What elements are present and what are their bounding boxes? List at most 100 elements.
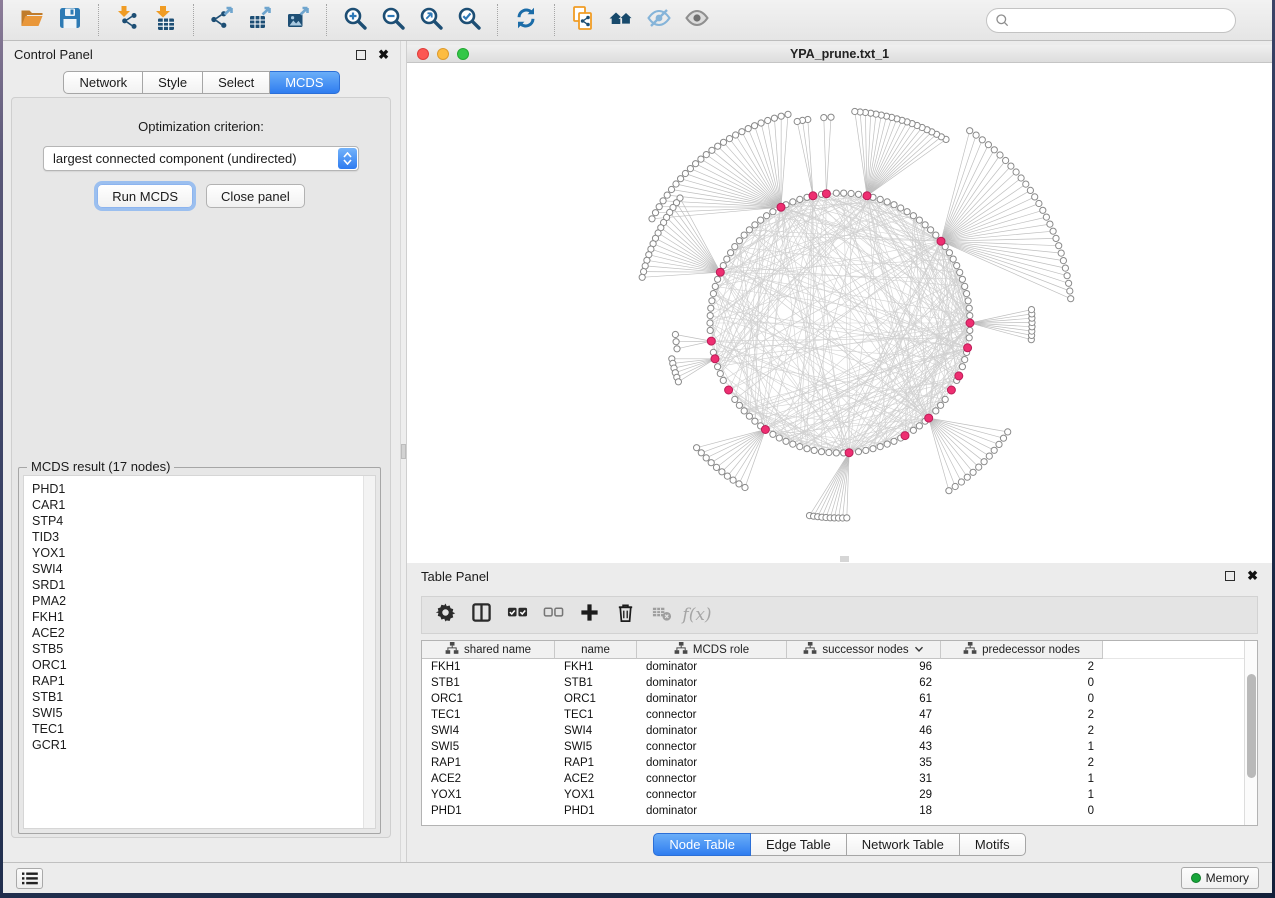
cell-predecessor-nodes[interactable]: 2 (941, 725, 1103, 737)
cell-successor-nodes[interactable]: 18 (787, 805, 941, 817)
refresh-layout-button[interactable] (509, 5, 543, 35)
cell-MCDS-role[interactable]: connector (637, 741, 787, 753)
cell-name[interactable]: TEC1 (555, 709, 637, 721)
zoom-fit-button[interactable] (414, 5, 448, 35)
export-network-button[interactable] (205, 5, 239, 35)
cell-predecessor-nodes[interactable]: 2 (941, 709, 1103, 721)
cell-successor-nodes[interactable]: 47 (787, 709, 941, 721)
network-graph[interactable] (407, 63, 1272, 563)
close-table-panel-icon[interactable]: ✖ (1247, 571, 1258, 581)
mcds-result-item[interactable]: STB5 (32, 641, 375, 657)
cell-name[interactable]: RAP1 (555, 757, 637, 769)
column-header-shared-name[interactable]: shared name (422, 641, 555, 659)
settings-button[interactable] (427, 600, 463, 630)
zoom-out-button[interactable] (376, 5, 410, 35)
table-row-YOX1[interactable]: YOX1YOX1connector291 (422, 787, 1244, 803)
cell-name[interactable]: ACE2 (555, 773, 637, 785)
cell-MCDS-role[interactable]: connector (637, 709, 787, 721)
float-table-panel-icon[interactable] (1225, 571, 1235, 581)
export-image-button[interactable] (281, 5, 315, 35)
mcds-result-item[interactable]: PHD1 (32, 481, 375, 497)
tab-network-table[interactable]: Network Table (847, 833, 960, 856)
memory-button[interactable]: Memory (1181, 867, 1259, 889)
cell-MCDS-role[interactable]: connector (637, 773, 787, 785)
splitter-handle[interactable] (401, 444, 406, 459)
mcds-result-item[interactable]: FKH1 (32, 609, 375, 625)
table-row-FKH1[interactable]: FKH1FKH1dominator962 (422, 659, 1244, 675)
save-session-button[interactable] (53, 5, 87, 35)
clone-network-button[interactable] (566, 5, 600, 35)
mcds-result-item[interactable]: SWI5 (32, 705, 375, 721)
zoom-in-button[interactable] (338, 5, 372, 35)
table-scrollbar[interactable] (1244, 641, 1257, 825)
window-zoom-button[interactable] (457, 48, 469, 60)
cell-name[interactable]: SWI4 (555, 725, 637, 737)
cell-shared-name[interactable]: RAP1 (422, 757, 555, 769)
network-window-titlebar[interactable]: YPA_prune.txt_1 (407, 45, 1272, 63)
tab-style[interactable]: Style (143, 71, 203, 94)
canvas-splitter-handle[interactable] (840, 556, 849, 562)
cell-successor-nodes[interactable]: 31 (787, 773, 941, 785)
table-row-SWI5[interactable]: SWI5SWI5connector431 (422, 739, 1244, 755)
cell-successor-nodes[interactable]: 29 (787, 789, 941, 801)
close-panel-icon[interactable]: ✖ (378, 50, 389, 60)
cell-name[interactable]: STB1 (555, 677, 637, 689)
mcds-result-item[interactable]: PMA2 (32, 593, 375, 609)
mcds-result-item[interactable]: ORC1 (32, 657, 375, 673)
table-row-PHD1[interactable]: PHD1PHD1dominator180 (422, 803, 1244, 819)
network-canvas[interactable] (407, 63, 1272, 563)
cell-predecessor-nodes[interactable]: 1 (941, 773, 1103, 785)
column-header-MCDS-role[interactable]: MCDS role (637, 641, 787, 659)
tab-select[interactable]: Select (203, 71, 270, 94)
mcds-result-item[interactable]: STB1 (32, 689, 375, 705)
cell-successor-nodes[interactable]: 61 (787, 693, 941, 705)
zoom-selected-button[interactable] (452, 5, 486, 35)
cell-name[interactable]: PHD1 (555, 805, 637, 817)
window-minimize-button[interactable] (437, 48, 449, 60)
cell-name[interactable]: SWI5 (555, 741, 637, 753)
cell-MCDS-role[interactable]: dominator (637, 677, 787, 689)
mcds-result-item[interactable]: TEC1 (32, 721, 375, 737)
table-row-STB1[interactable]: STB1STB1dominator620 (422, 675, 1244, 691)
mcds-result-item[interactable]: SWI4 (32, 561, 375, 577)
cell-predecessor-nodes[interactable]: 1 (941, 741, 1103, 753)
first-neighbors-button[interactable] (604, 5, 638, 35)
optimization-criterion-select[interactable]: largest connected component (undirected) (43, 146, 359, 171)
cell-shared-name[interactable]: ORC1 (422, 693, 555, 705)
cell-MCDS-role[interactable]: dominator (637, 725, 787, 737)
cell-shared-name[interactable]: SWI5 (422, 741, 555, 753)
export-table-button[interactable] (243, 5, 277, 35)
cell-name[interactable]: YOX1 (555, 789, 637, 801)
close-panel-button[interactable]: Close panel (206, 184, 305, 208)
cell-MCDS-role[interactable]: dominator (637, 661, 787, 673)
table-row-ACE2[interactable]: ACE2ACE2connector311 (422, 771, 1244, 787)
cell-shared-name[interactable]: FKH1 (422, 661, 555, 673)
cell-shared-name[interactable]: TEC1 (422, 709, 555, 721)
cell-successor-nodes[interactable]: 43 (787, 741, 941, 753)
column-header-name[interactable]: name (555, 641, 637, 659)
cell-shared-name[interactable]: ACE2 (422, 773, 555, 785)
window-close-button[interactable] (417, 48, 429, 60)
tab-node-table[interactable]: Node Table (653, 833, 751, 856)
node-table[interactable]: shared namenameMCDS rolesuccessor nodesp… (421, 640, 1258, 826)
table-scrollbar-thumb[interactable] (1247, 674, 1256, 778)
table-row-TEC1[interactable]: TEC1TEC1connector472 (422, 707, 1244, 723)
cell-MCDS-role[interactable]: connector (637, 789, 787, 801)
cell-shared-name[interactable]: PHD1 (422, 805, 555, 817)
mcds-result-item[interactable]: TID3 (32, 529, 375, 545)
mcds-result-item[interactable]: YOX1 (32, 545, 375, 561)
mcds-result-item[interactable]: SRD1 (32, 577, 375, 593)
cell-successor-nodes[interactable]: 62 (787, 677, 941, 689)
column-header-successor-nodes[interactable]: successor nodes (787, 641, 941, 659)
cell-predecessor-nodes[interactable]: 2 (941, 757, 1103, 769)
tab-edge-table[interactable]: Edge Table (751, 833, 847, 856)
task-history-button[interactable] (16, 868, 43, 889)
cell-shared-name[interactable]: YOX1 (422, 789, 555, 801)
tab-mcds[interactable]: MCDS (270, 71, 339, 94)
import-network-button[interactable] (110, 5, 144, 35)
cell-predecessor-nodes[interactable]: 0 (941, 677, 1103, 689)
table-row-SWI4[interactable]: SWI4SWI4dominator462 (422, 723, 1244, 739)
mcds-result-scrollbar[interactable] (363, 476, 375, 828)
cell-shared-name[interactable]: SWI4 (422, 725, 555, 737)
mcds-result-item[interactable]: RAP1 (32, 673, 375, 689)
